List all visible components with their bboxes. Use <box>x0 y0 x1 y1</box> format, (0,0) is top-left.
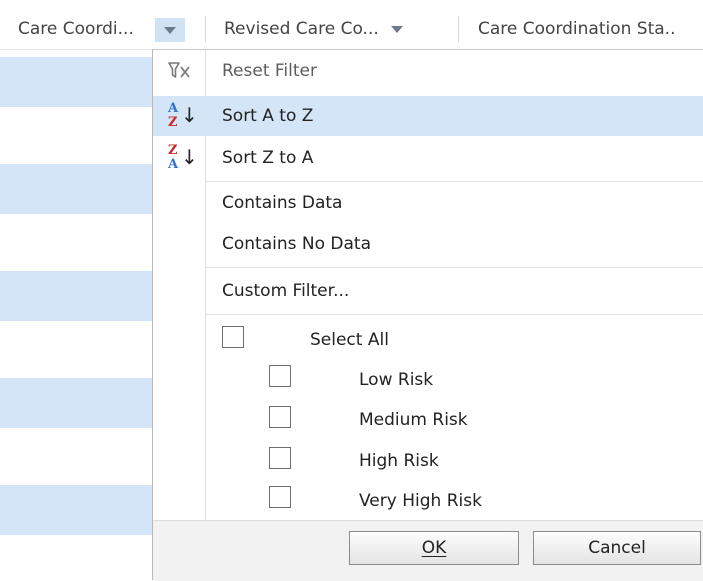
low-risk-label: Low Risk <box>359 370 434 390</box>
cancel-button[interactable]: Cancel <box>533 531 701 565</box>
chevron-down-icon[interactable] <box>390 25 403 33</box>
sort-a-to-z-label: Sort A to Z <box>222 106 314 126</box>
low-risk-checkbox[interactable] <box>269 365 291 387</box>
menu-separator <box>206 181 703 182</box>
table-row[interactable] <box>0 271 152 321</box>
reset-filter-label: Reset Filter <box>222 61 317 81</box>
column-separator <box>205 16 206 42</box>
clear-filter-icon <box>153 51 205 91</box>
column-header-care-coordination-status[interactable]: Care Coordination Sta.. <box>478 9 675 49</box>
select-all-label: Select All <box>310 330 389 350</box>
medium-risk-label: Medium Risk <box>359 410 468 430</box>
column-header-care-coordination[interactable]: Care Coordi... <box>18 9 134 49</box>
menu-item-sort-a-to-z[interactable]: A Z ↓ Sort A to Z <box>153 96 703 136</box>
menu-item-reset-filter[interactable]: Reset Filter <box>153 51 703 91</box>
contains-data-label: Contains Data <box>222 193 343 213</box>
column-header-label: Care Coordi... <box>18 19 134 39</box>
sort-ascending-icon: A Z ↓ <box>168 101 198 130</box>
chevron-down-icon <box>164 26 176 34</box>
cancel-button-label: Cancel <box>588 538 646 558</box>
column-header-revised-care-coordination[interactable]: Revised Care Co... <box>224 9 403 49</box>
select-all-checkbox[interactable] <box>222 326 244 348</box>
ok-button[interactable]: OK <box>349 531 519 565</box>
menu-separator <box>206 267 703 268</box>
filter-option-high-risk[interactable]: High Risk <box>153 443 703 483</box>
table-row[interactable] <box>0 57 152 107</box>
column-separator <box>458 16 459 42</box>
column-header-label: Revised Care Co... <box>224 19 379 39</box>
ok-button-label: OK <box>421 538 447 558</box>
menu-item-contains-no-data[interactable]: Contains No Data <box>153 224 703 264</box>
column-filter-dropdown-button[interactable] <box>155 18 185 42</box>
table-row[interactable] <box>0 164 152 214</box>
menu-footer: OK Cancel <box>153 520 703 581</box>
filter-option-medium-risk[interactable]: Medium Risk <box>153 402 703 442</box>
filter-option-low-risk[interactable]: Low Risk <box>153 361 703 401</box>
menu-separator <box>206 314 703 315</box>
column-header-label: Care Coordination Sta.. <box>478 19 676 39</box>
very-high-risk-checkbox[interactable] <box>269 486 291 508</box>
menu-item-contains-data[interactable]: Contains Data <box>153 183 703 223</box>
very-high-risk-label: Very High Risk <box>359 491 482 511</box>
high-risk-checkbox[interactable] <box>269 447 291 469</box>
custom-filter-label: Custom Filter... <box>222 281 350 301</box>
medium-risk-checkbox[interactable] <box>269 406 291 428</box>
filter-dropdown-menu: Reset Filter A Z ↓ Sort A to Z Z A ↓ Sor… <box>152 49 703 581</box>
sort-descending-icon: Z A ↓ <box>168 143 198 172</box>
select-all-option[interactable]: Select All <box>153 320 703 360</box>
menu-item-custom-filter[interactable]: Custom Filter... <box>153 271 703 311</box>
table-row[interactable] <box>0 378 152 428</box>
contains-no-data-label: Contains No Data <box>222 234 371 254</box>
filter-option-very-high-risk[interactable]: Very High Risk <box>153 483 703 523</box>
table-row[interactable] <box>0 485 152 535</box>
high-risk-label: High Risk <box>359 451 439 471</box>
sort-z-to-a-label: Sort Z to A <box>222 148 314 168</box>
menu-item-sort-z-to-a[interactable]: Z A ↓ Sort Z to A <box>153 138 703 178</box>
